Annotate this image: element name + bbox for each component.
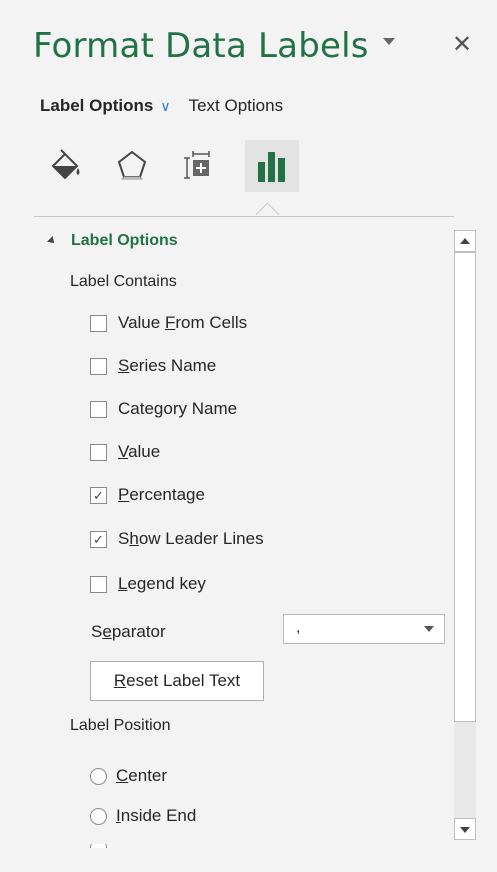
- separator-label: Separator: [91, 622, 166, 641]
- radio-inside-end[interactable]: Inside End: [90, 806, 196, 826]
- label-contains-heading: Label Contains: [70, 273, 177, 290]
- close-icon[interactable]: ✕: [452, 30, 472, 59]
- reset-label-text-button[interactable]: Reset Label Text: [90, 661, 264, 701]
- pane-bottom-edge: [0, 848, 497, 872]
- vertical-scrollbar[interactable]: [454, 230, 476, 840]
- section-label-options[interactable]: Label Options: [47, 232, 178, 250]
- checkbox-series-name[interactable]: Series Name: [90, 356, 216, 376]
- label-position-heading: Label Position: [70, 717, 171, 734]
- dropdown-arrow-icon[interactable]: [424, 626, 434, 632]
- checkbox-box[interactable]: [90, 400, 107, 418]
- effects-pentagon-icon[interactable]: [106, 140, 158, 190]
- tab-label-options[interactable]: Label Options: [40, 96, 153, 116]
- separator-value: ,: [296, 619, 301, 636]
- checkbox-category-name[interactable]: Category Name: [90, 399, 237, 419]
- options-tabs: Label Options ∨ Text Options: [40, 96, 283, 116]
- checkbox-show-leader-lines[interactable]: ✓ Show Leader Lines: [90, 529, 264, 549]
- checkbox-box[interactable]: [90, 314, 107, 332]
- checkbox-value[interactable]: Value: [90, 442, 160, 462]
- pane-title: Format Data Labels: [33, 26, 369, 66]
- collapse-triangle-icon: [47, 236, 57, 246]
- task-pane-options-dropdown[interactable]: [383, 38, 395, 45]
- tab-divider: [34, 216, 454, 217]
- checkbox-box[interactable]: [90, 443, 107, 461]
- radio-circle[interactable]: [90, 807, 107, 825]
- chevron-down-icon[interactable]: ∨: [160, 98, 170, 115]
- radio-circle[interactable]: [90, 767, 107, 785]
- checkmark-icon[interactable]: ✓: [90, 486, 107, 504]
- separator-dropdown[interactable]: ,: [283, 614, 445, 644]
- scroll-up-icon[interactable]: [454, 230, 476, 252]
- fill-line-icon[interactable]: [40, 140, 92, 190]
- checkbox-value-from-cells[interactable]: Value From Cells: [90, 313, 247, 333]
- checkbox-percentage[interactable]: ✓ Percentage: [90, 485, 205, 505]
- checkbox-box[interactable]: [90, 357, 107, 375]
- checkbox-box[interactable]: [90, 575, 107, 593]
- checkbox-legend-key[interactable]: Legend key: [90, 574, 206, 594]
- scrollbar-thumb[interactable]: [454, 252, 476, 722]
- scroll-down-icon[interactable]: [454, 818, 476, 840]
- format-data-labels-pane: [0, 0, 497, 872]
- radio-center[interactable]: Center: [90, 766, 167, 786]
- size-properties-icon[interactable]: [172, 140, 224, 190]
- checkmark-icon[interactable]: ✓: [90, 530, 107, 548]
- tab-text-options[interactable]: Text Options: [189, 96, 284, 116]
- label-options-bar-chart-icon[interactable]: [245, 140, 299, 192]
